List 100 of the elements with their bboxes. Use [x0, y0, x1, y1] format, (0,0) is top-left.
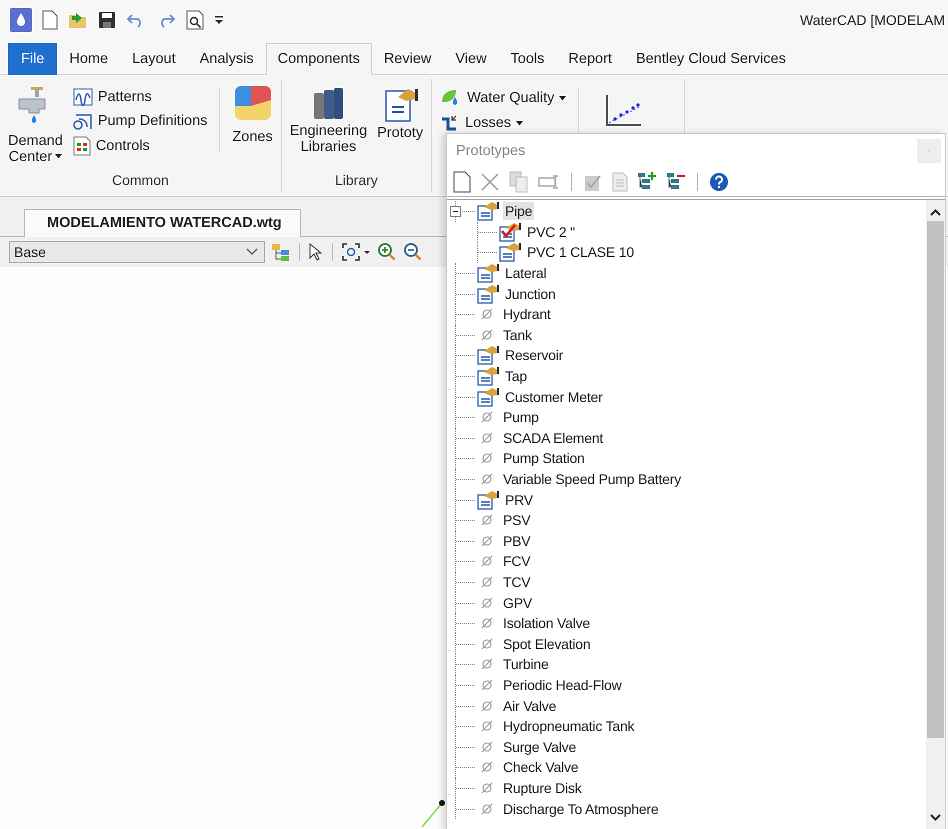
layer-select[interactable]: Base: [9, 241, 265, 263]
empty-set-icon: [481, 761, 493, 774]
group-label: Library: [334, 172, 379, 188]
tree-item[interactable]: PBV: [501, 532, 532, 550]
prototypes-button[interactable]: Prototy: [375, 85, 426, 141]
demand-center-button[interactable]: Demand Center: [6, 85, 65, 165]
ribbon-tab[interactable]: Analysis: [188, 43, 266, 75]
tree-item[interactable]: Pump Station: [501, 449, 587, 468]
tree-item[interactable]: Rupture Disk: [501, 778, 584, 797]
tree-item[interactable]: Surge Valve: [501, 738, 578, 756]
ribbon-tab[interactable]: Tools: [498, 43, 556, 75]
ribbon-tab[interactable]: View: [443, 43, 499, 75]
controls-document-icon: [72, 136, 91, 156]
tree-item[interactable]: Air Valve: [501, 696, 558, 715]
empty-set-icon: [481, 638, 493, 650]
tree-item[interactable]: FCV: [501, 552, 532, 570]
scatter-chart-icon[interactable]: [603, 93, 644, 129]
ribbon-tab[interactable]: Review: [372, 43, 444, 75]
empty-set-icon: [481, 617, 493, 630]
tree-item[interactable]: Variable Speed Pump Battery: [501, 470, 684, 488]
save-icon[interactable]: [98, 11, 116, 29]
engineering-libraries-button[interactable]: Engineering Libraries: [288, 85, 370, 155]
pump-curve-icon: [72, 112, 93, 130]
empty-set-icon: [481, 802, 493, 815]
new-file-icon[interactable]: [42, 10, 58, 30]
customize-dropdown-icon[interactable]: [214, 15, 224, 25]
empty-set-icon: [481, 700, 493, 712]
tree-item[interactable]: Pipe: [503, 202, 534, 220]
ribbon-button[interactable]: Patterns: [70, 87, 210, 107]
tree-item[interactable]: Turbine: [501, 655, 551, 674]
document-tab[interactable]: MODELAMIENTO WATERCAD.wtg: [24, 209, 301, 237]
prototype-icon: [477, 366, 499, 386]
print-preview-icon[interactable]: [186, 10, 204, 30]
tree-item[interactable]: Junction: [503, 284, 558, 303]
tree-item[interactable]: Spot Elevation: [501, 634, 592, 653]
open-folder-icon[interactable]: [68, 10, 88, 30]
prototype-icon: [477, 345, 499, 366]
tree-item[interactable]: PVC 2 ": [525, 222, 577, 241]
empty-set-icon: [481, 596, 493, 609]
group-label: Common: [110, 172, 170, 188]
tree-item[interactable]: Tank: [501, 326, 534, 344]
ribbon-button[interactable]: Controls: [70, 135, 210, 157]
zones-icon: [234, 85, 272, 121]
prototype-icon: [477, 386, 499, 407]
empty-set-icon: [481, 411, 493, 424]
tree-item[interactable]: PVC 1 CLASE 10: [525, 243, 636, 262]
help-icon[interactable]: [709, 172, 729, 192]
zoom-out-icon[interactable]: [403, 242, 423, 262]
empty-set-icon: [481, 782, 493, 794]
tree-item[interactable]: Tap: [503, 367, 529, 386]
tree-item[interactable]: GPV: [501, 594, 534, 612]
tree-item[interactable]: Hydropneumatic Tank: [501, 717, 636, 736]
empty-set-icon: [481, 308, 493, 320]
ribbon-tab[interactable]: Report: [556, 43, 624, 75]
tree-item[interactable]: Reservoir: [503, 346, 566, 364]
ribbon-tab[interactable]: Layout: [120, 43, 188, 75]
empty-set-icon: [481, 514, 493, 526]
zoom-in-icon[interactable]: [377, 242, 397, 262]
empty-set-icon: [481, 740, 493, 753]
collapse-icon[interactable]: [450, 206, 461, 217]
ribbon-button[interactable]: Pump Definitions: [70, 111, 210, 131]
tree-item[interactable]: Hydrant: [501, 305, 553, 324]
tree-item[interactable]: Customer Meter: [503, 388, 605, 406]
empty-set-icon: [481, 555, 493, 568]
empty-set-icon: [481, 432, 493, 444]
tree-item[interactable]: TCV: [501, 572, 532, 591]
new-icon[interactable]: [453, 171, 471, 193]
tree-item[interactable]: PSV: [501, 511, 532, 530]
select-pointer-icon[interactable]: [308, 242, 324, 262]
prototype-icon: [477, 201, 499, 222]
tree-item[interactable]: SCADA Element: [501, 428, 606, 447]
prototype-icon: [477, 490, 499, 510]
tree-item[interactable]: Isolation Valve: [501, 614, 592, 632]
tree-item[interactable]: Discharge To Atmosphere: [501, 800, 660, 818]
tree-item[interactable]: Pump: [501, 408, 541, 426]
delete-icon[interactable]: [480, 172, 500, 192]
zones-button[interactable]: Zones: [230, 85, 275, 145]
caret-icon: [516, 120, 524, 126]
ribbon-tab[interactable]: Bentley Cloud Services: [624, 43, 798, 75]
window-title: WaterCAD [MODELAM: [800, 12, 945, 28]
caret-icon: [559, 96, 566, 100]
zoom-extents-icon[interactable]: [341, 242, 371, 262]
app-logo-icon[interactable]: [10, 8, 32, 32]
tree-item[interactable]: Check Valve: [501, 758, 580, 776]
ribbon-tab[interactable]: Components: [266, 43, 372, 75]
chevron-down-icon: [246, 248, 258, 256]
tree-item[interactable]: Lateral: [503, 264, 548, 282]
empty-set-icon: [481, 720, 493, 732]
losses-button[interactable]: Losses: [438, 113, 568, 133]
file-tab[interactable]: File: [8, 43, 58, 75]
caret-icon: [55, 154, 62, 158]
tree-item[interactable]: PRV: [503, 490, 535, 509]
prototype-icon: [477, 284, 499, 304]
water-quality-button[interactable]: Water Quality: [438, 87, 568, 109]
ribbon-tab[interactable]: Home: [57, 43, 120, 75]
empty-set-icon: [481, 678, 493, 691]
empty-set-icon: [481, 576, 493, 588]
tree-view-icon[interactable]: [271, 242, 291, 262]
tree-item[interactable]: Periodic Head-Flow: [501, 676, 624, 694]
scrollbar-thumb[interactable]: [927, 221, 944, 738]
